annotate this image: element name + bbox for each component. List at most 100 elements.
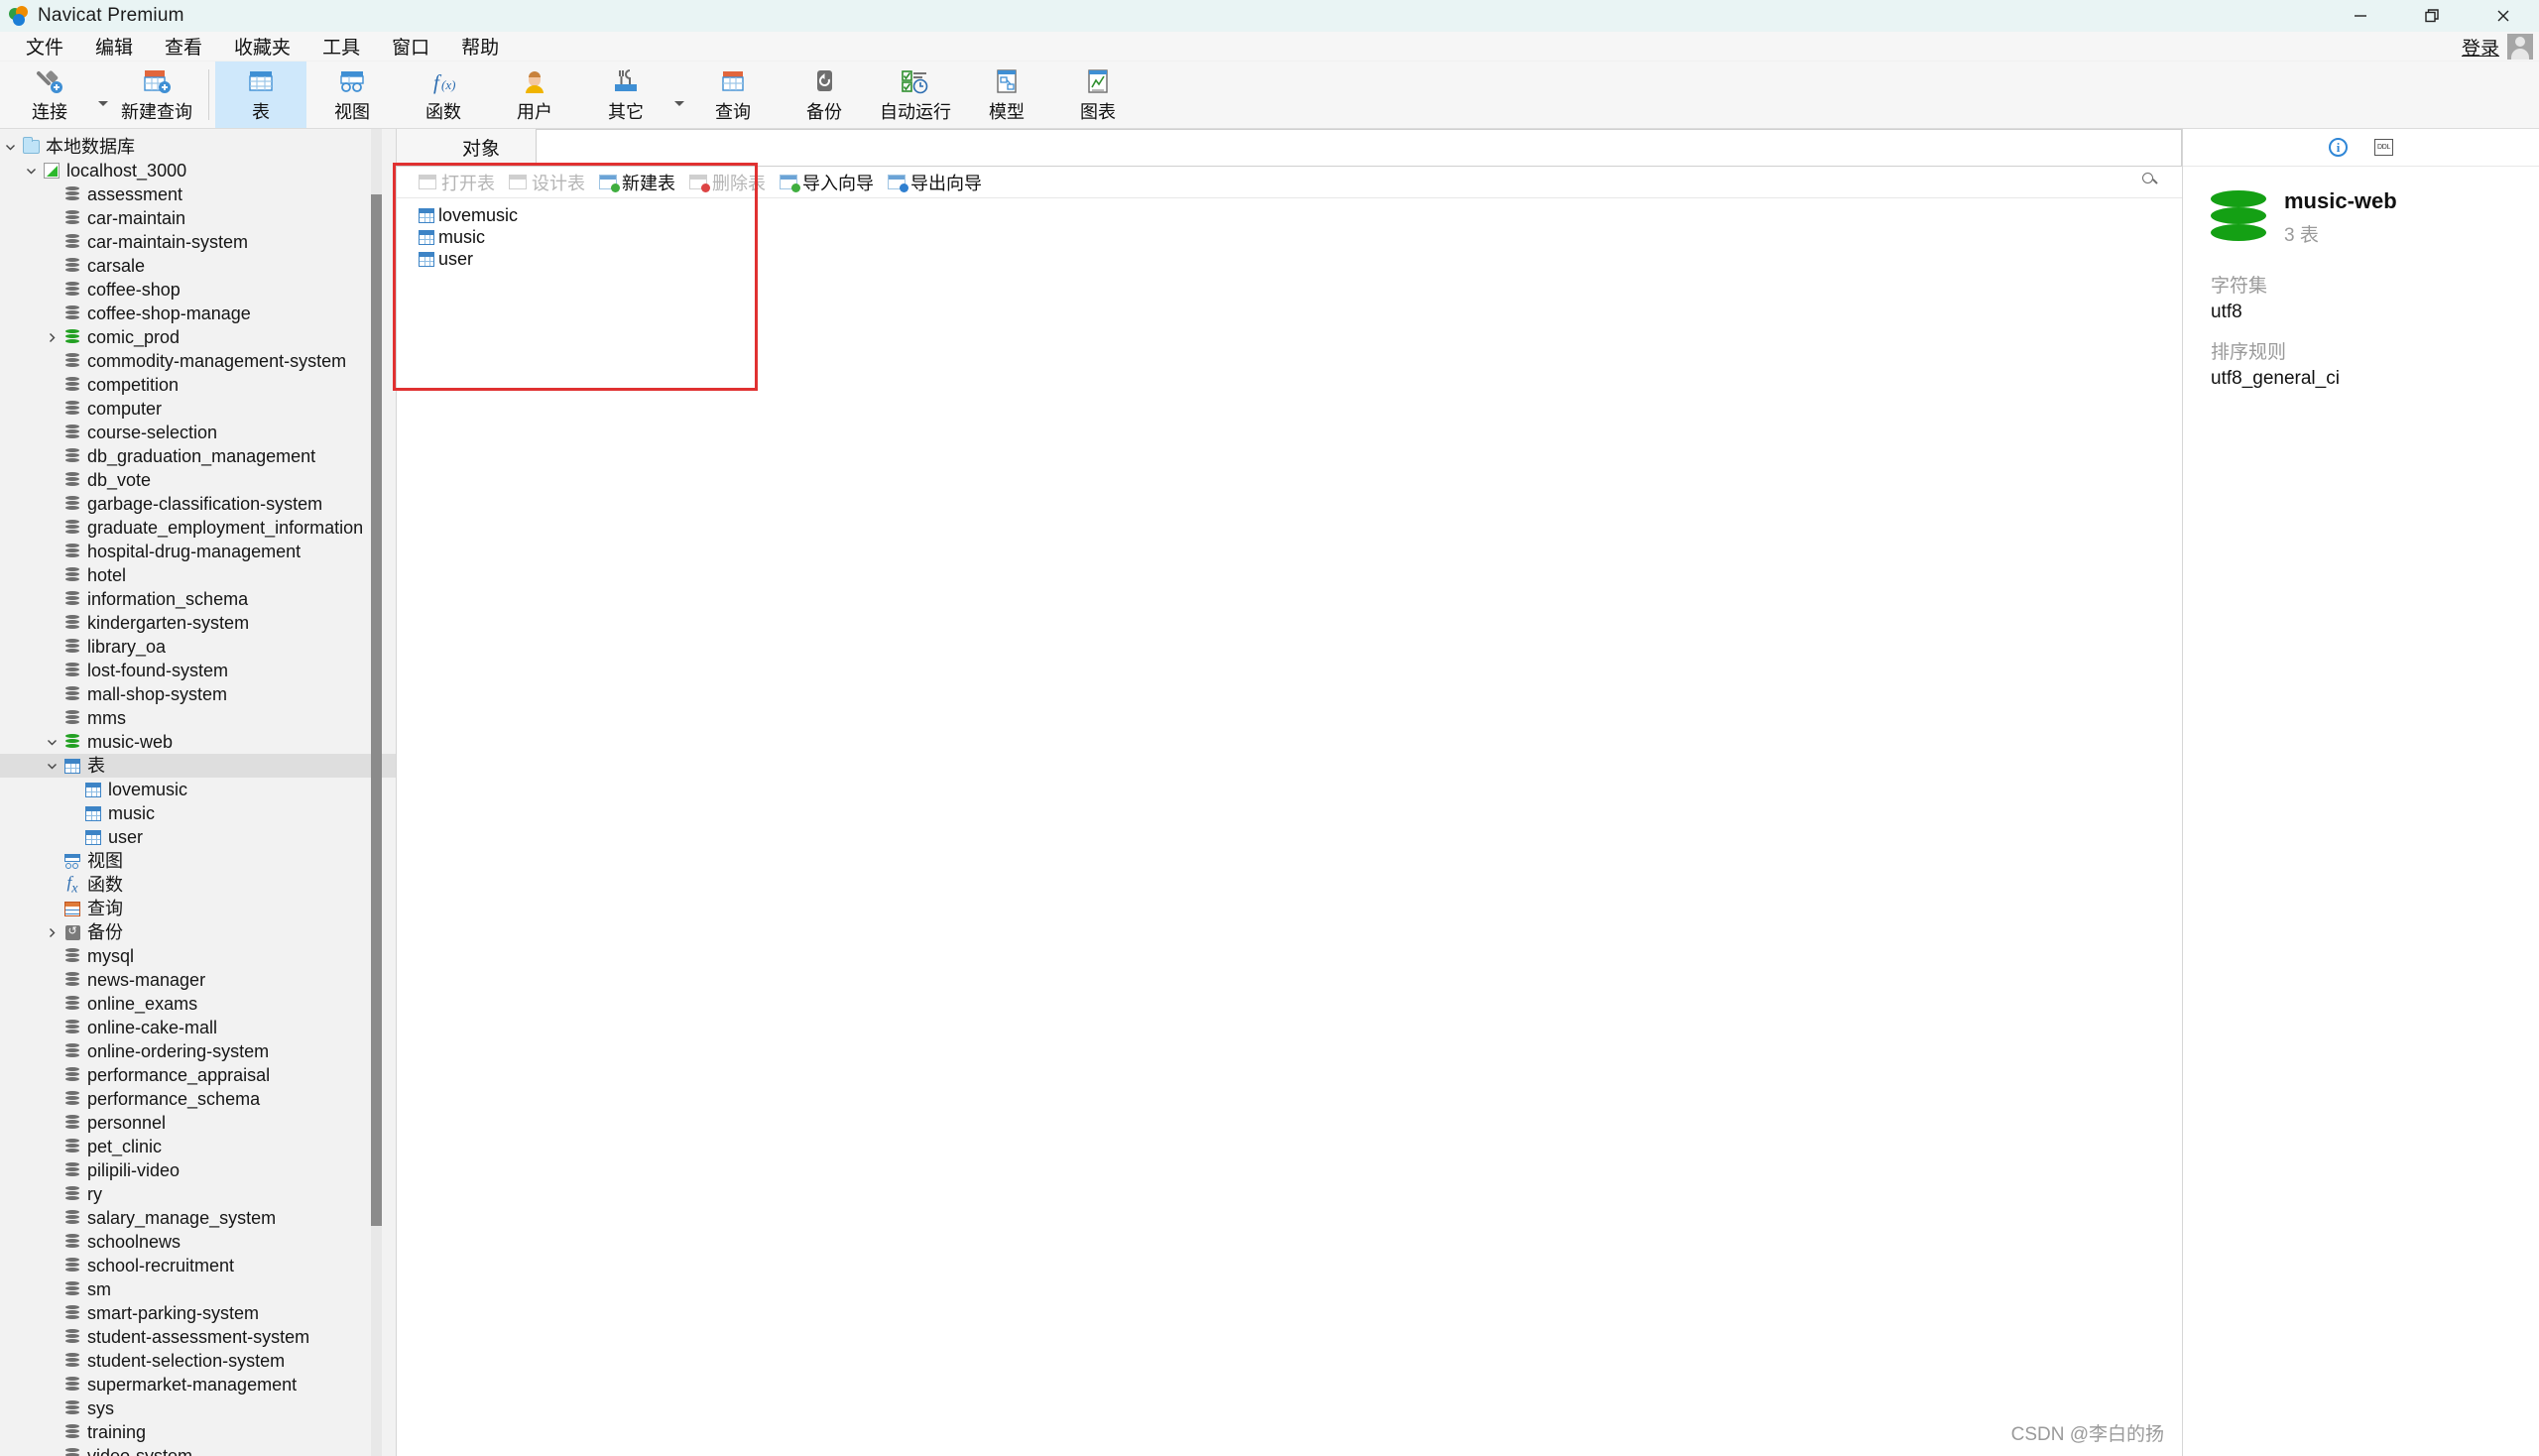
tree-item-database-after-8[interactable]: pet_clinic [0,1135,396,1158]
chevron-down-icon[interactable] [42,761,61,772]
login-link[interactable]: 登录 [2462,34,2499,61]
tree-item-child-6[interactable]: 查询 [0,897,396,920]
toolbar-automation[interactable]: 自动运行 [870,61,961,128]
tree-item-child-3[interactable]: user [0,825,396,849]
import-wizard-button[interactable]: 导入向导 [780,170,874,195]
tree-item-database-after-16[interactable]: student-assessment-system [0,1325,396,1349]
menu-item-favorites[interactable]: 收藏夹 [218,31,306,61]
tree-item-database-17[interactable]: information_schema [0,587,396,611]
tree-item-database-after-15[interactable]: smart-parking-system [0,1301,396,1325]
tree-item-database-after-7[interactable]: personnel [0,1111,396,1135]
menu-item-view[interactable]: 查看 [149,31,218,61]
tree-item-database-9[interactable]: computer [0,397,396,421]
sidebar-scrollbar-thumb[interactable] [371,194,382,1226]
tree-item-database-16[interactable]: hotel [0,563,396,587]
toolbar-function[interactable]: f (x) 函数 [398,61,489,128]
export-wizard-button[interactable]: 导出向导 [888,170,982,195]
tree-item-child-7[interactable]: 备份 [0,920,396,944]
maximize-icon[interactable] [2396,0,2468,32]
tree-item-database-20[interactable]: lost-found-system [0,659,396,682]
tree-item-child-1[interactable]: lovemusic [0,778,396,801]
tree-item-database-12[interactable]: db_vote [0,468,396,492]
tree-item-database-5[interactable]: coffee-shop-manage [0,302,396,325]
tree-item-database-after-5[interactable]: performance_appraisal [0,1063,396,1087]
tree-item-database-after-2[interactable]: online_exams [0,992,396,1016]
tree-item-database-13[interactable]: garbage-classification-system [0,492,396,516]
tree-item-database-after-21[interactable]: video-system [0,1444,396,1456]
delete-table-button[interactable]: 删除表 [689,170,766,195]
tree-item-database-after-0[interactable]: mysql [0,944,396,968]
connection-dropdown-caret-icon[interactable] [95,61,111,128]
toolbar-query[interactable]: 查询 [687,61,779,128]
tree-item-database-after-13[interactable]: school-recruitment [0,1254,396,1277]
tree-item-child-0[interactable]: 表 [0,754,396,778]
open-table-button[interactable]: 打开表 [419,170,495,195]
tree-item-database-18[interactable]: kindergarten-system [0,611,396,635]
close-icon[interactable] [2468,0,2539,32]
tree-item-database-after-17[interactable]: student-selection-system [0,1349,396,1373]
menu-item-tools[interactable]: 工具 [306,31,376,61]
tree-item-child-4[interactable]: 视图 [0,849,396,873]
tree-item-database-7[interactable]: commodity-management-system [0,349,396,373]
tree-item-child-2[interactable]: music [0,801,396,825]
tree-item-database-1[interactable]: car-maintain [0,206,396,230]
tree-item-database-6[interactable]: comic_prod [0,325,396,349]
database-tree-sidebar[interactable]: 本地数据库 localhost_3000 assessment car-maintai… [0,129,397,1456]
chevron-down-icon[interactable] [42,737,61,748]
tree-item-database-21[interactable]: mall-shop-system [0,682,396,706]
info-circle-icon[interactable]: i [2329,138,2349,158]
toolbar-view[interactable]: 视图 [306,61,398,128]
tree-item-database-22[interactable]: mms [0,706,396,730]
tree-item-child-5[interactable]: fx 函数 [0,873,396,897]
tree-item-database-after-18[interactable]: supermarket-management [0,1373,396,1396]
tree-item-database-19[interactable]: library_oa [0,635,396,659]
tree-item-database-after-3[interactable]: online-cake-mall [0,1016,396,1039]
avatar[interactable] [2507,34,2533,60]
tree-item-database-3[interactable]: carsale [0,254,396,278]
menu-item-help[interactable]: 帮助 [445,31,515,61]
tree-item-database-10[interactable]: course-selection [0,421,396,444]
tree-item-database-after-14[interactable]: sm [0,1277,396,1301]
toolbar-connection[interactable]: 连接 [4,61,95,128]
search-icon[interactable] [2142,173,2160,190]
tree-item-database-after-4[interactable]: online-ordering-system [0,1039,396,1063]
tree-item-database-2[interactable]: car-maintain-system [0,230,396,254]
chevron-down-icon[interactable] [21,166,41,177]
new-table-button[interactable]: 新建表 [599,170,675,195]
tree-item-database-after-20[interactable]: training [0,1420,396,1444]
chevron-down-icon[interactable] [0,142,20,153]
object-list-item-1[interactable]: music [419,226,2182,248]
design-table-button[interactable]: 设计表 [509,170,585,195]
tab-objects[interactable]: 对象 [426,129,536,166]
minimize-icon[interactable] [2325,0,2396,32]
tree-item-database-after-1[interactable]: news-manager [0,968,396,992]
chevron-right-icon[interactable] [42,332,61,343]
object-list-item-0[interactable]: lovemusic [419,204,2182,226]
object-list[interactable]: lovemusic music user [397,198,2182,1456]
toolbar-other[interactable]: 其它 [580,61,671,128]
toolbar-table[interactable]: 表 [215,61,306,128]
tree-item-database-8[interactable]: competition [0,373,396,397]
object-list-item-2[interactable]: user [419,248,2182,270]
tree-item-database-4[interactable]: coffee-shop [0,278,396,302]
tree-item-database-after-19[interactable]: sys [0,1396,396,1420]
chevron-right-icon[interactable] [42,927,61,938]
ddl-icon[interactable]: DDL [2374,138,2394,158]
tree-item-database-15[interactable]: hospital-drug-management [0,540,396,563]
toolbar-model[interactable]: 模型 [961,61,1052,128]
tree-item-database-after-12[interactable]: schoolnews [0,1230,396,1254]
tree-item-database-11[interactable]: db_graduation_management [0,444,396,468]
tree-item-database-after-6[interactable]: performance_schema [0,1087,396,1111]
menu-item-window[interactable]: 窗口 [376,31,445,61]
menu-item-edit[interactable]: 编辑 [79,31,149,61]
tree-item-database-0[interactable]: assessment [0,182,396,206]
toolbar-new-query[interactable]: 新建查询 [111,61,202,128]
toolbar-user[interactable]: 用户 [489,61,580,128]
tree-item-database-after-10[interactable]: ry [0,1182,396,1206]
toolbar-backup[interactable]: 备份 [779,61,870,128]
tree-item-database-after-9[interactable]: pilipili-video [0,1158,396,1182]
tree-item-database-14[interactable]: graduate_employment_information [0,516,396,540]
tree-item-connection[interactable]: localhost_3000 [0,159,396,182]
toolbar-chart[interactable]: 图表 [1052,61,1144,128]
menu-item-file[interactable]: 文件 [10,31,79,61]
